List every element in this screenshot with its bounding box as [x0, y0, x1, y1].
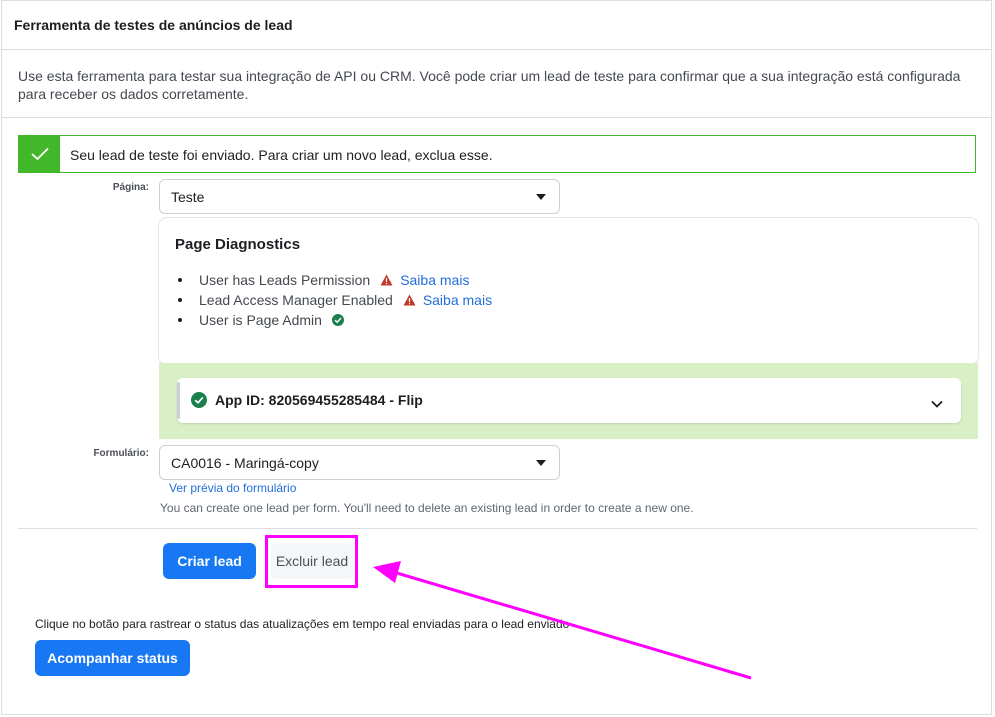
page-title: Ferramenta de testes de anúncios de lead	[14, 17, 293, 33]
divider	[2, 117, 991, 118]
success-alert: Seu lead de teste foi enviado. Para cria…	[18, 135, 976, 173]
diagnostic-item: User is Page Admin	[175, 310, 492, 330]
page-label: Página:	[112, 182, 149, 193]
form-label: Formulário:	[93, 448, 149, 459]
bullet	[178, 318, 182, 322]
checkmark-icon	[30, 147, 49, 161]
app-section: App ID: 820569455285484 - Flip	[159, 363, 978, 439]
diagnostic-label: User is Page Admin	[199, 312, 322, 328]
bullet	[178, 278, 182, 282]
chevron-down-icon[interactable]	[931, 395, 943, 413]
form-select-value: CA0016 - Maringá-copy	[171, 455, 319, 471]
form-select[interactable]: CA0016 - Maringá-copy	[159, 445, 560, 480]
app-id-title: App ID: 820569455285484 - Flip	[215, 392, 423, 408]
diagnostics-title: Page Diagnostics	[175, 236, 301, 253]
page-select[interactable]: Teste	[159, 179, 560, 214]
alert-icon-box	[19, 136, 60, 172]
form-hint: You can create one lead per form. You'll…	[160, 501, 694, 515]
diagnostic-label: User has Leads Permission	[199, 272, 371, 288]
diagnostic-item: Lead Access Manager Enabled Saiba mais	[175, 290, 492, 310]
warning-icon	[403, 294, 416, 306]
check-circle-icon	[331, 314, 344, 326]
divider	[18, 528, 977, 529]
diagnostic-item: User has Leads Permission Saiba mais	[175, 270, 492, 290]
diagnostic-label: Lead Access Manager Enabled	[199, 292, 393, 308]
track-status-button[interactable]: Acompanhar status	[35, 640, 190, 676]
caret-down-icon	[536, 194, 546, 200]
create-lead-button[interactable]: Criar lead	[163, 543, 256, 579]
learn-more-link[interactable]: Saiba mais	[400, 272, 469, 288]
check-circle-icon	[191, 392, 207, 413]
page-select-value: Teste	[171, 189, 205, 205]
app-accordion[interactable]: App ID: 820569455285484 - Flip	[177, 378, 961, 423]
page-diagnostics-card: Page Diagnostics User has Leads Permissi…	[159, 218, 978, 364]
accent-bar	[177, 382, 180, 419]
alert-message: Seu lead de teste foi enviado. Para cria…	[70, 147, 493, 163]
diagnostics-list: User has Leads Permission Saiba mais Lea…	[175, 270, 492, 330]
caret-down-icon	[536, 460, 546, 466]
learn-more-link[interactable]: Saiba mais	[423, 292, 492, 308]
lead-ads-testing-tool: Ferramenta de testes de anúncios de lead…	[1, 0, 992, 715]
warning-icon	[380, 274, 393, 286]
form-preview-link[interactable]: Ver prévia do formulário	[169, 481, 296, 495]
header: Ferramenta de testes de anúncios de lead	[2, 1, 991, 50]
annotation-highlight	[265, 535, 358, 588]
bullet	[178, 298, 182, 302]
tool-description: Use esta ferramenta para testar sua inte…	[18, 68, 961, 102]
tracking-description: Clique no botão para rastrear o status d…	[35, 617, 570, 631]
